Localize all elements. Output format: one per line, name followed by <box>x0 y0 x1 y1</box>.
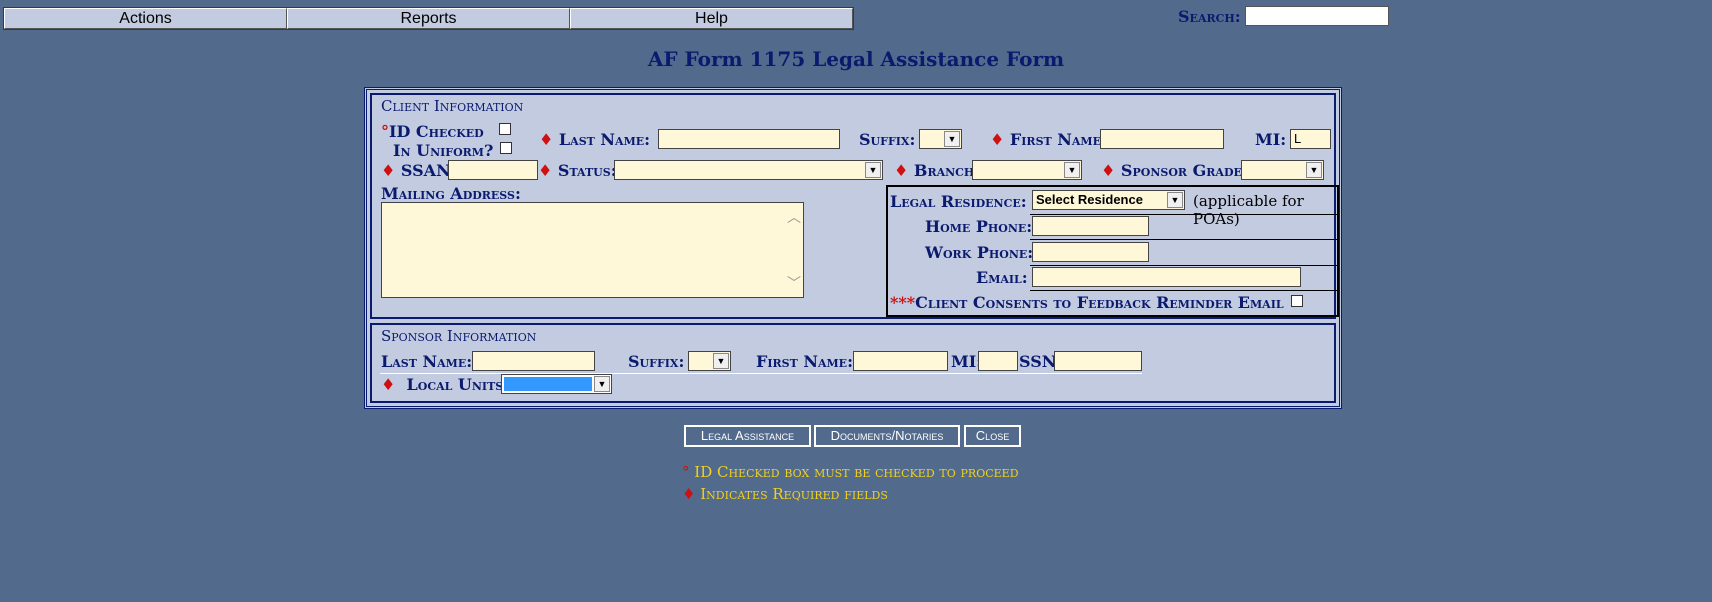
local-units-select[interactable]: ▼ <box>501 374 612 394</box>
in-uniform-checkbox[interactable] <box>500 142 512 154</box>
consent-label: ***Client Consents to Feedback Reminder … <box>890 293 1284 312</box>
search-input[interactable] <box>1244 6 1389 26</box>
suffix-label: Suffix: <box>859 130 916 149</box>
home-phone-label: Home Phone: <box>925 217 1033 236</box>
sponsor-first-name-input[interactable] <box>853 351 948 371</box>
chevron-down-icon: ▼ <box>944 131 960 147</box>
email-label: Email: <box>976 268 1028 287</box>
legal-residence-value: Select Residence <box>1036 192 1143 207</box>
divider <box>1030 290 1337 291</box>
selected-highlight <box>504 377 592 391</box>
email-input[interactable] <box>1032 267 1301 287</box>
chevron-down-icon: ▼ <box>594 376 610 392</box>
chevron-down-icon: ▼ <box>1064 162 1080 178</box>
required-marker: ♦ <box>1101 161 1116 180</box>
sponsor-grade-label: ♦ Sponsor Grade: <box>1101 161 1248 180</box>
last-name-label: ♦ Last Name: <box>539 130 651 149</box>
work-phone-label: Work Phone: <box>925 243 1034 262</box>
required-fields-note: ♦ Indicates Required fields <box>682 485 888 503</box>
poa-note: (applicable for POAs) <box>1193 192 1304 228</box>
page-title: AF Form 1175 Legal Assistance Form <box>647 47 1065 71</box>
sponsor-suffix-label: Suffix: <box>628 352 685 371</box>
search-area: Search: <box>1178 6 1389 26</box>
sponsor-information-section: Sponsor Information Last Name: Suffix: ▼… <box>370 323 1336 403</box>
first-name-input[interactable] <box>1100 129 1224 149</box>
id-checked-checkbox[interactable] <box>499 123 511 135</box>
sponsor-first-name-label: First Name: <box>756 352 853 371</box>
required-marker: ♦ <box>381 161 396 180</box>
divider <box>380 373 1142 374</box>
required-marker: ♦ <box>538 161 553 180</box>
consent-checkbox[interactable] <box>1291 295 1303 307</box>
first-name-label: ♦ First Name: <box>990 130 1107 149</box>
chevron-down-icon: ▼ <box>713 353 729 369</box>
contact-info-box: Legal Residence: Select Residence ▼ (appl… <box>886 185 1339 317</box>
id-checked-note: ° ID Checked box must be checked to proc… <box>682 463 1019 481</box>
mailing-address-label: Mailing Address: <box>381 184 521 203</box>
legal-assistance-form: Client Information °ID Checked In Unifor… <box>364 87 1342 409</box>
legal-assistance-button[interactable]: Legal Assistance <box>684 425 811 447</box>
textarea-scrollbar[interactable]: ︿ ﹀ <box>787 207 801 293</box>
close-button[interactable]: Close <box>964 425 1021 447</box>
menu-actions[interactable]: Actions <box>4 8 287 29</box>
menu-reports[interactable]: Reports <box>287 8 570 29</box>
required-marker: ♦ <box>539 130 554 149</box>
required-marker: ♦ <box>381 375 396 394</box>
consent-stars: *** <box>890 293 916 312</box>
menu-help[interactable]: Help <box>570 8 853 29</box>
sponsor-information-legend: Sponsor Information <box>381 327 537 345</box>
documents-notaries-button[interactable]: Documents/Notaries <box>814 425 960 447</box>
sponsor-suffix-select[interactable]: ▼ <box>688 351 731 371</box>
work-phone-input[interactable] <box>1032 242 1149 262</box>
suffix-select[interactable]: ▼ <box>919 129 962 149</box>
mi-label: MI: <box>1255 130 1287 149</box>
search-label: Search: <box>1178 6 1241 26</box>
ssan-label: ♦ SSAN: <box>381 161 457 180</box>
id-required-marker: ° <box>381 122 389 141</box>
mailing-address-textarea[interactable]: ︿ ﹀ <box>381 202 804 298</box>
chevron-up-icon: ︿ <box>787 210 801 226</box>
local-units-label: ♦ Local Units: <box>381 375 510 394</box>
sponsor-last-name-label: Last Name: <box>381 352 473 371</box>
legal-residence-select[interactable]: Select Residence ▼ <box>1032 190 1185 210</box>
legal-residence-label: Legal Residence: <box>890 192 1027 211</box>
chevron-down-icon: ▼ <box>865 162 881 178</box>
branch-select[interactable]: ▼ <box>972 160 1082 180</box>
sponsor-ssn-input[interactable] <box>1054 351 1142 371</box>
sponsor-grade-select[interactable]: ▼ <box>1241 160 1324 180</box>
chevron-down-icon: ▼ <box>1306 162 1322 178</box>
divider <box>1030 214 1337 215</box>
required-marker: ♦ <box>894 161 909 180</box>
required-marker: ♦ <box>990 130 1005 149</box>
chevron-down-icon: ﹀ <box>787 276 801 292</box>
client-information-section: Client Information °ID Checked In Unifor… <box>370 93 1339 319</box>
menu-bar: Actions Reports Help <box>3 7 854 30</box>
chevron-down-icon: ▼ <box>1167 192 1183 208</box>
status-select[interactable]: ▼ <box>614 160 883 180</box>
status-label: ♦ Status: <box>538 161 617 180</box>
id-checked-label: °ID Checked <box>381 122 484 141</box>
home-phone-input[interactable] <box>1032 216 1149 236</box>
divider <box>1030 265 1337 266</box>
client-information-legend: Client Information <box>381 97 524 115</box>
ssan-input[interactable] <box>448 160 538 180</box>
divider <box>1030 239 1337 240</box>
last-name-input[interactable] <box>658 129 840 149</box>
sponsor-last-name-input[interactable] <box>472 351 595 371</box>
branch-label: ♦ Branch: <box>894 161 981 180</box>
mi-input[interactable]: L <box>1290 129 1331 149</box>
sponsor-mi-input[interactable] <box>978 351 1018 371</box>
in-uniform-label: In Uniform? <box>393 141 494 160</box>
